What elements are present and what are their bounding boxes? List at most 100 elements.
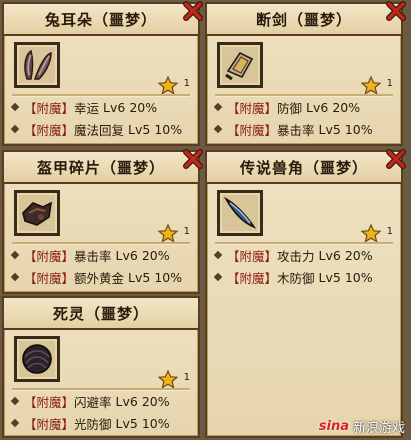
card-title: 死灵（噩梦）: [52, 304, 149, 323]
divider: [12, 388, 190, 390]
bullet-icon: [10, 124, 20, 134]
star-icon: [158, 370, 178, 388]
armor-shard-item-icon[interactable]: [14, 190, 60, 236]
stat-row: 【附魔】 木防御 Lv5 10%: [213, 267, 395, 287]
broken-sword-item-icon[interactable]: [217, 42, 263, 88]
stat-level: Lv6: [115, 247, 138, 263]
stat-level: Lv6: [115, 393, 138, 409]
stat-row: 【附魔】 闪避率 Lv6 20%: [10, 391, 192, 411]
stat-tag: 【附魔】: [24, 394, 75, 410]
item-card-rabbit-ears: 兔耳朵（噩梦） 1 【附魔】 幸运 Lv6 20% 【附魔】 魔法回复 Lv5 …: [2, 1, 203, 146]
stat-value: 10%: [154, 269, 183, 285]
rabbit-ears-item-icon[interactable]: [14, 42, 60, 88]
sina-logo: sina: [318, 419, 349, 434]
divider: [215, 94, 393, 96]
card-title-bar: 死灵（噩梦）: [4, 298, 198, 330]
stat-row: 【附魔】 魔法回复 Lv5 10%: [10, 119, 192, 139]
close-icon[interactable]: [182, 0, 204, 22]
stat-value: 10%: [141, 415, 170, 431]
stat-tag: 【附魔】: [227, 122, 278, 138]
stat-name: 光防御: [74, 416, 112, 432]
stat-name: 闪避率: [74, 394, 112, 410]
close-icon[interactable]: [182, 148, 204, 170]
stat-row: 【附魔】 攻击力 Lv6 20%: [213, 245, 395, 265]
stat-level: Lv5: [115, 415, 138, 431]
stat-name: 暴击率: [74, 248, 112, 264]
bullet-icon: [10, 102, 20, 112]
card-title: 兔耳朵（噩梦）: [44, 10, 157, 29]
stat-value: 20%: [332, 99, 361, 115]
stat-level: Lv5: [318, 121, 341, 137]
bullet-icon: [10, 250, 20, 260]
stat-value: 20%: [129, 99, 158, 115]
card-title-bar: 断剑（噩梦）: [207, 4, 401, 36]
stat-row: 【附魔】 幸运 Lv6 20%: [10, 97, 192, 117]
stat-value: 20%: [141, 247, 170, 263]
divider: [12, 242, 190, 244]
stat-value: 10%: [154, 121, 183, 137]
stat-tag: 【附魔】: [24, 270, 75, 286]
item-card-broken-sword: 断剑（噩梦） 1 【附魔】 防御 Lv6 20% 【附魔】 暴击率 Lv5 10…: [205, 1, 406, 146]
close-icon[interactable]: [385, 148, 407, 170]
stat-row: 【附魔】 额外黄金 Lv5 10%: [10, 267, 192, 287]
star-count: 1: [183, 226, 190, 237]
stat-tag: 【附魔】: [24, 122, 75, 138]
bullet-icon: [10, 396, 20, 406]
stat-row: 【附魔】 防御 Lv6 20%: [213, 97, 395, 117]
stat-level: Lv6: [318, 247, 341, 263]
star-icon: [361, 224, 381, 242]
bullet-icon: [213, 250, 223, 260]
star-icon: [361, 76, 381, 94]
card-title: 断剑（噩梦）: [255, 10, 352, 29]
card-title-bar: 兔耳朵（噩梦）: [4, 4, 198, 36]
item-card-legendary-horn: 传说兽角（噩梦） 1 【附魔】 攻击力 Lv6 20% 【附魔】 木防御 Lv5…: [205, 149, 406, 438]
stat-name: 攻击力: [277, 248, 315, 264]
card-title: 盔甲碎片（噩梦）: [36, 158, 165, 177]
stat-tag: 【附魔】: [24, 416, 75, 432]
stat-name: 魔法回复: [74, 122, 125, 138]
stat-level: Lv6: [306, 99, 329, 115]
stat-level: Lv5: [318, 269, 341, 285]
sina-games-watermark: sina 新浪游戏: [319, 417, 405, 436]
stat-name: 木防御: [277, 270, 315, 286]
bullet-icon: [213, 272, 223, 282]
stat-tag: 【附魔】: [227, 248, 278, 264]
stat-tag: 【附魔】: [227, 100, 278, 116]
stat-row: 【附魔】 暴击率 Lv6 20%: [10, 245, 192, 265]
star-count: 1: [386, 226, 393, 237]
legendary-horn-item-icon[interactable]: [217, 190, 263, 236]
item-card-undead: 死灵（噩梦） 1 【附魔】 闪避率 Lv6 20% 【附魔】 光防御 Lv5 1…: [2, 296, 200, 438]
card-title: 传说兽角（噩梦）: [239, 158, 368, 177]
close-icon[interactable]: [385, 0, 407, 22]
stat-row: 【附魔】 暴击率 Lv5 10%: [213, 119, 395, 139]
star-icon: [158, 76, 178, 94]
star-count: 1: [386, 78, 393, 89]
bullet-icon: [213, 102, 223, 112]
stat-level: Lv5: [128, 121, 151, 137]
item-card-armor-shard: 盔甲碎片（噩梦） 1 【附魔】 暴击率 Lv6 20% 【附魔】 额外黄金 Lv…: [2, 149, 203, 294]
stat-name: 防御: [277, 100, 303, 116]
stat-value: 20%: [344, 247, 373, 263]
stat-level: Lv5: [128, 269, 151, 285]
stat-tag: 【附魔】: [24, 248, 75, 264]
bullet-icon: [213, 124, 223, 134]
stat-row: 【附魔】 光防御 Lv5 10%: [10, 413, 192, 433]
stat-value: 10%: [344, 121, 373, 137]
stat-value: 20%: [141, 393, 170, 409]
stat-name: 暴击率: [277, 122, 315, 138]
stat-level: Lv6: [103, 99, 126, 115]
card-title-bar: 盔甲碎片（噩梦）: [4, 152, 198, 184]
divider: [12, 94, 190, 96]
star-icon: [158, 224, 178, 242]
star-count: 1: [183, 78, 190, 89]
divider: [215, 242, 393, 244]
stat-name: 额外黄金: [74, 270, 125, 286]
stat-name: 幸运: [74, 100, 100, 116]
undead-item-icon[interactable]: [14, 336, 60, 382]
stat-value: 10%: [344, 269, 373, 285]
bullet-icon: [10, 418, 20, 428]
stat-tag: 【附魔】: [227, 270, 278, 286]
stat-tag: 【附魔】: [24, 100, 75, 116]
star-count: 1: [183, 372, 190, 383]
card-title-bar: 传说兽角（噩梦）: [207, 152, 401, 184]
